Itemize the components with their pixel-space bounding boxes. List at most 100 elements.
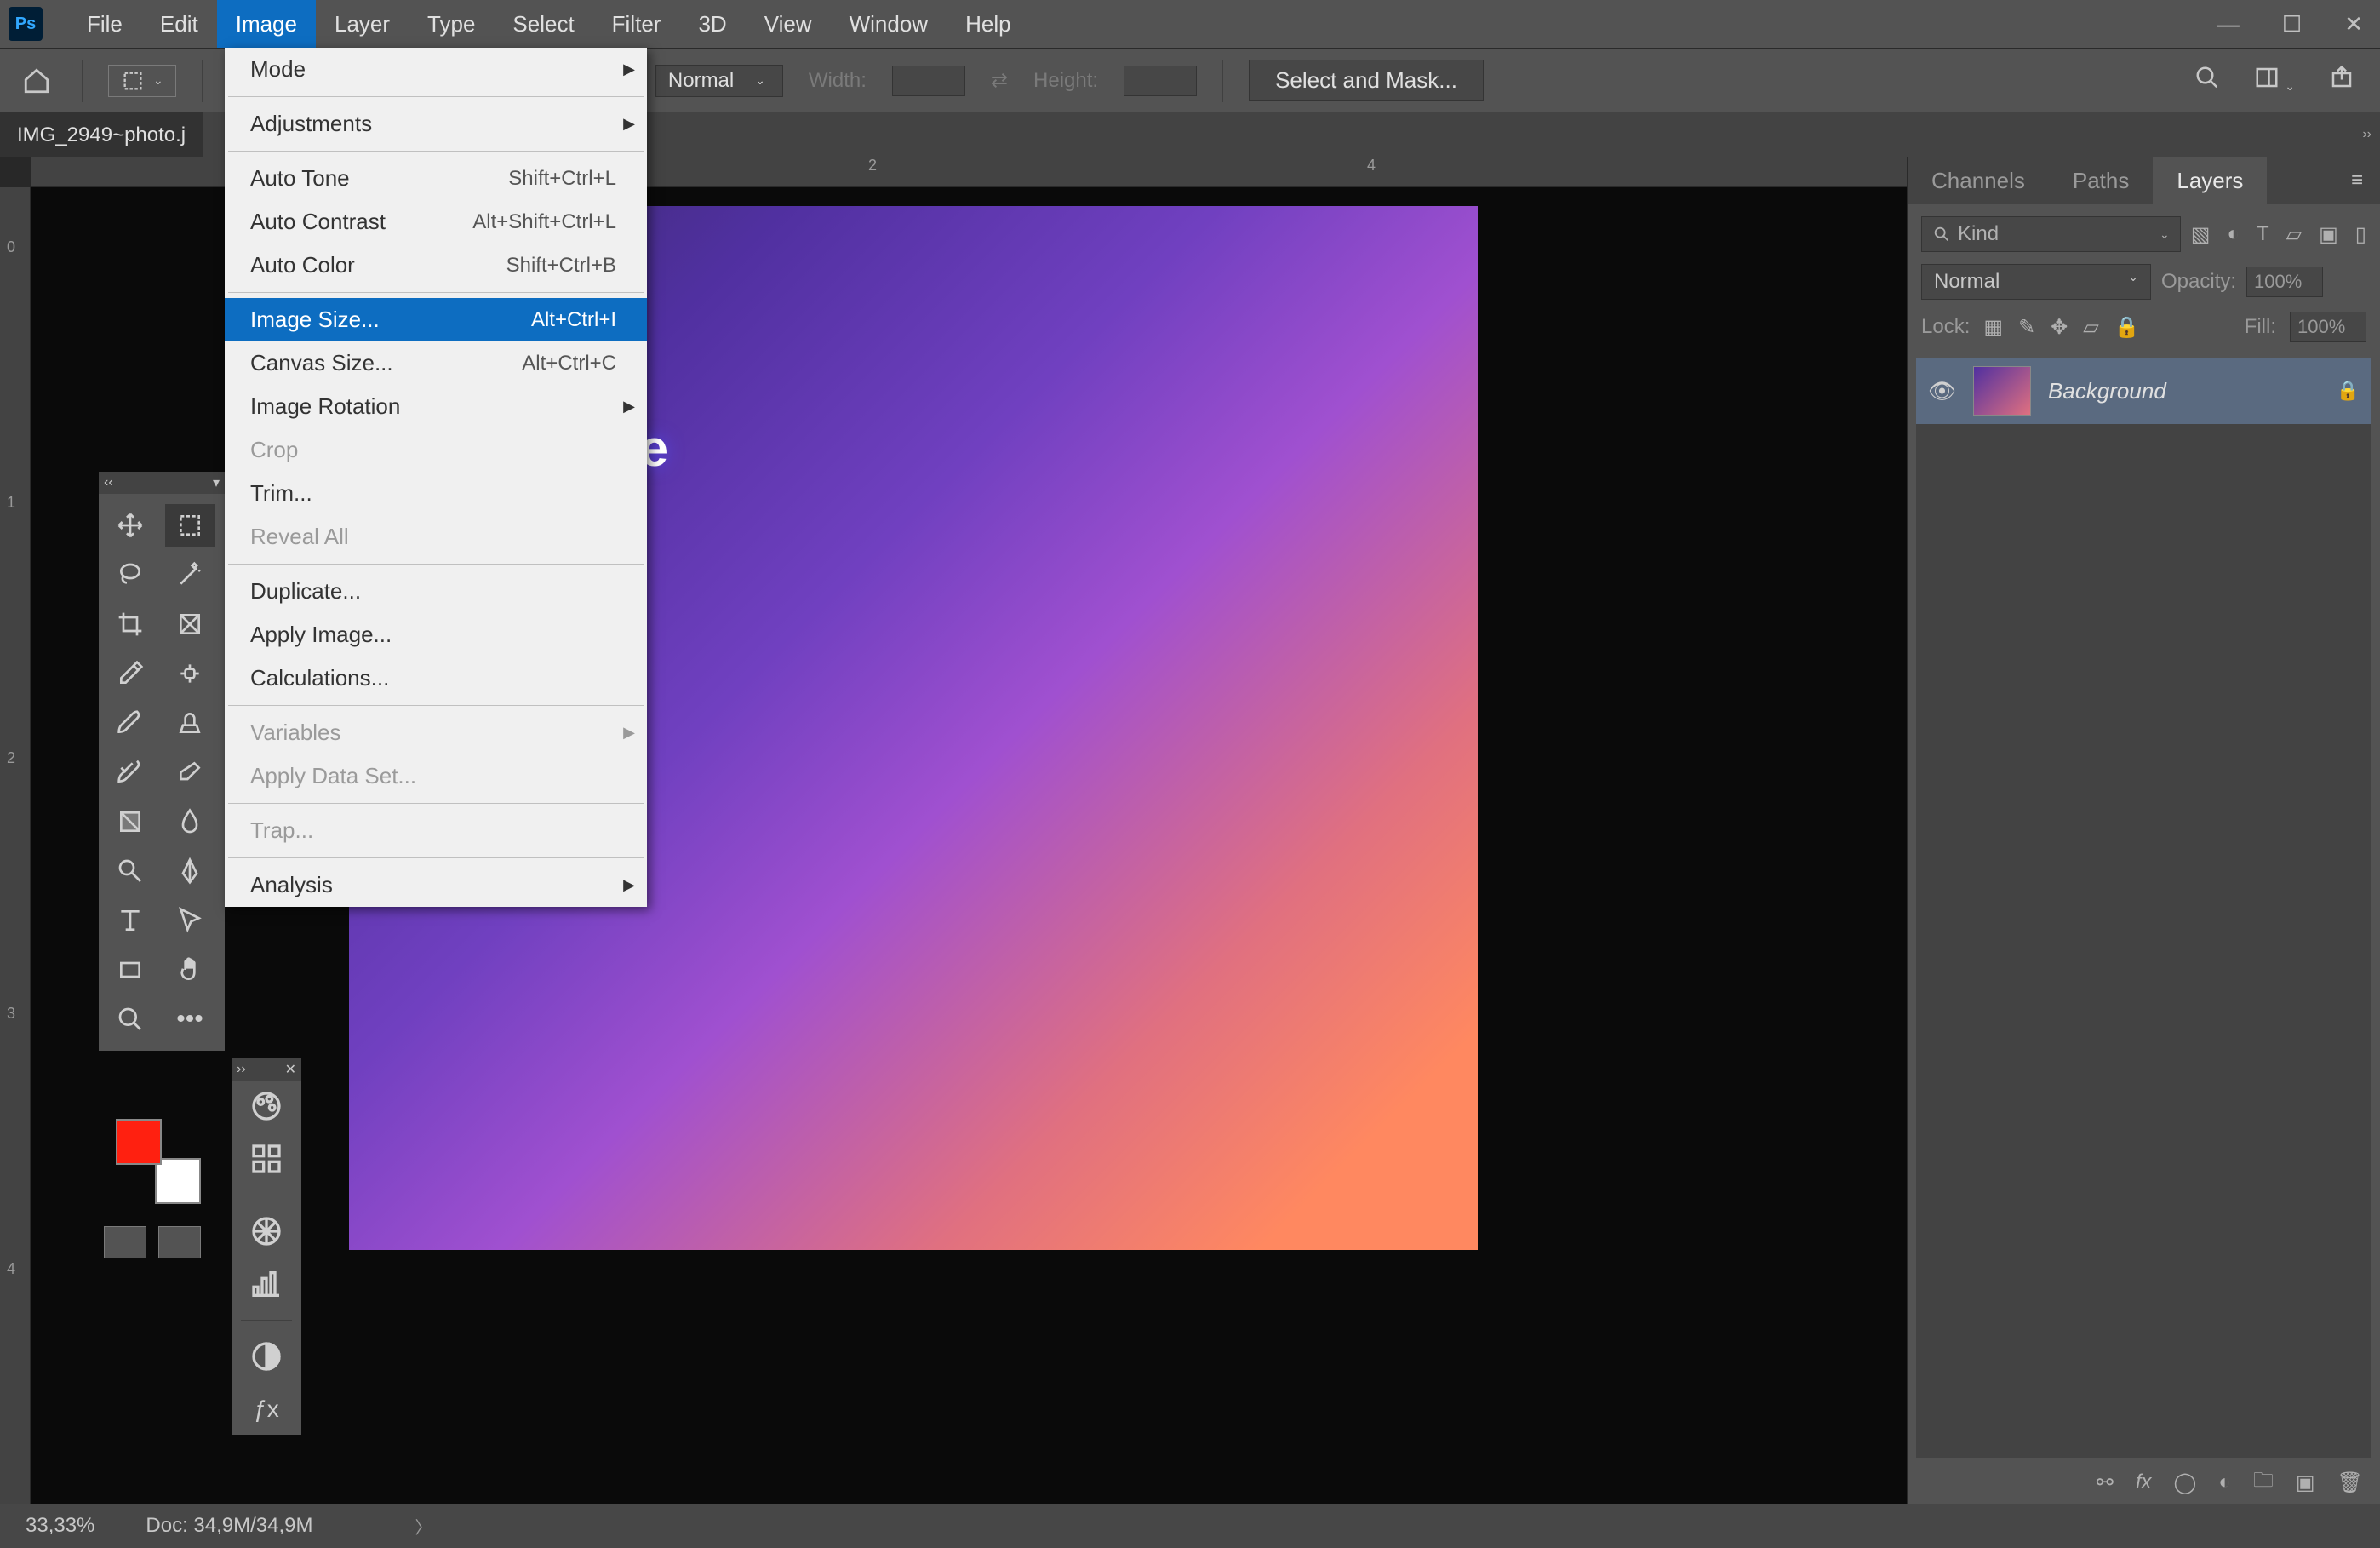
menu-view[interactable]: View [746, 0, 831, 48]
color-swatches[interactable] [116, 1119, 201, 1204]
filter-adjust-icon[interactable]: ◐ [2227, 222, 2240, 247]
healing-brush-tool[interactable] [165, 652, 215, 695]
move-tool[interactable] [106, 504, 155, 547]
new-layer-icon[interactable]: ▣ [2296, 1471, 2315, 1495]
path-select-tool[interactable] [165, 899, 215, 942]
filter-shape-icon[interactable]: ▱ [2286, 222, 2302, 247]
menu-item-calculations[interactable]: Calculations... [225, 656, 647, 700]
layer-mask-icon[interactable]: ◯ [2173, 1471, 2196, 1495]
visibility-toggle-icon[interactable]: 👁 [1928, 378, 1956, 404]
doc-size[interactable]: Doc: 34,9M/34,9M [146, 1514, 312, 1538]
height-input[interactable] [1124, 66, 1197, 96]
frame-tool[interactable] [165, 603, 215, 645]
tab-layers[interactable]: Layers [2153, 157, 2267, 204]
rectangle-tool[interactable] [106, 949, 155, 991]
adjustment-layer-icon[interactable]: ◐ [2218, 1471, 2231, 1494]
lock-paint-icon[interactable]: ✎ [2018, 315, 2035, 340]
gradient-tool[interactable] [106, 800, 155, 843]
menu-help[interactable]: Help [947, 0, 1029, 48]
menu-edit[interactable]: Edit [141, 0, 217, 48]
link-layers-icon[interactable]: ⚯ [2097, 1471, 2114, 1495]
tool-preset-picker[interactable]: ⌄ [108, 65, 176, 97]
background-color-swatch[interactable] [155, 1158, 201, 1204]
menu-item-trim[interactable]: Trim... [225, 472, 647, 515]
menu-image[interactable]: Image [217, 0, 316, 48]
tab-overflow-icon[interactable]: ›› [2362, 127, 2371, 142]
home-button[interactable] [17, 61, 56, 100]
filter-smart-icon[interactable]: ▣ [2319, 222, 2338, 247]
blend-mode-select[interactable]: Normal⌄ [1921, 264, 2151, 300]
menu-item-image-rotation[interactable]: Image Rotation▶ [225, 385, 647, 428]
document-tab[interactable]: IMG_2949~photo.j [0, 112, 203, 157]
layer-kind-filter[interactable]: Kind ⌄ [1921, 216, 2181, 252]
zoom-level[interactable]: 33,33% [26, 1514, 94, 1538]
styles-panel-icon[interactable]: ƒx [249, 1392, 283, 1426]
toolbox-collapse[interactable]: ‹‹▾ [99, 472, 225, 494]
layer-name[interactable]: Background [2048, 378, 2320, 404]
layer-style-icon[interactable]: fx [2136, 1471, 2152, 1494]
width-input[interactable] [892, 66, 965, 96]
menu-select[interactable]: Select [494, 0, 592, 48]
panel-menu-icon[interactable]: ≡ [2334, 157, 2380, 204]
layer-thumbnail[interactable] [1973, 366, 2031, 416]
app-logo[interactable]: Ps [9, 7, 43, 41]
pen-tool[interactable] [165, 850, 215, 892]
dodge-tool[interactable] [106, 850, 155, 892]
layer-lock-icon[interactable]: 🔒 [2337, 380, 2360, 402]
mini-panel-collapse[interactable]: ››✕ [232, 1058, 301, 1081]
menu-layer[interactable]: Layer [316, 0, 409, 48]
filter-type-icon[interactable]: T [2257, 222, 2269, 247]
lasso-tool[interactable] [106, 553, 155, 596]
eyedropper-tool[interactable] [106, 652, 155, 695]
swatches-panel-icon[interactable] [249, 1142, 283, 1176]
adjustments-panel-icon[interactable] [249, 1339, 283, 1373]
foreground-color-swatch[interactable] [116, 1119, 162, 1165]
menu-item-adjustments[interactable]: Adjustments▶ [225, 102, 647, 146]
menu-item-auto-tone[interactable]: Auto ToneShift+Ctrl+L [225, 157, 647, 200]
maximize-button[interactable]: ☐ [2282, 11, 2302, 37]
histogram-panel-icon[interactable] [249, 1267, 283, 1301]
close-button[interactable]: ✕ [2344, 11, 2363, 37]
ruler-vertical[interactable]: 0 1 2 3 4 [0, 187, 31, 1504]
lock-transparency-icon[interactable]: ▦ [1983, 315, 2003, 340]
blur-tool[interactable] [165, 800, 215, 843]
menu-item-mode[interactable]: Mode▶ [225, 48, 647, 91]
workspace-picker[interactable]: ⌄ [2254, 65, 2295, 96]
layer-row[interactable]: 👁 Background 🔒 [1916, 358, 2371, 424]
menu-item-duplicate[interactable]: Duplicate... [225, 570, 647, 613]
fill-input[interactable]: 100% [2290, 312, 2366, 342]
style-select[interactable]: Normal⌄ [655, 65, 783, 97]
menu-item-auto-color[interactable]: Auto ColorShift+Ctrl+B [225, 244, 647, 287]
history-brush-tool[interactable] [106, 751, 155, 794]
type-tool[interactable] [106, 899, 155, 942]
delete-layer-icon[interactable]: 🗑 [2337, 1471, 2363, 1495]
minimize-button[interactable]: — [2217, 11, 2240, 37]
menu-window[interactable]: Window [831, 0, 947, 48]
crop-tool[interactable] [106, 603, 155, 645]
magic-wand-tool[interactable] [165, 553, 215, 596]
menu-item-analysis[interactable]: Analysis▶ [225, 863, 647, 907]
filter-toggle-icon[interactable]: ▯ [2355, 222, 2366, 247]
menu-type[interactable]: Type [409, 0, 494, 48]
menu-item-apply-image[interactable]: Apply Image... [225, 613, 647, 656]
menu-filter[interactable]: Filter [593, 0, 680, 48]
hand-tool[interactable] [165, 949, 215, 991]
edit-toolbar[interactable]: ••• [165, 998, 215, 1041]
search-icon[interactable] [2194, 65, 2220, 96]
group-icon[interactable]: 🗀 [2253, 1465, 2274, 1500]
lock-all-icon[interactable]: 🔒 [2114, 315, 2140, 340]
lock-position-icon[interactable]: ✥ [2051, 315, 2068, 340]
zoom-tool[interactable] [106, 998, 155, 1041]
marquee-tool[interactable] [165, 504, 215, 547]
quickmask-button[interactable] [104, 1226, 146, 1258]
color-panel-icon[interactable] [249, 1089, 283, 1123]
menu-file[interactable]: File [68, 0, 141, 48]
eraser-tool[interactable] [165, 751, 215, 794]
menu-item-image-size[interactable]: Image Size...Alt+Ctrl+I [225, 298, 647, 341]
status-expand-icon[interactable]: 〉 [415, 1514, 432, 1539]
clone-stamp-tool[interactable] [165, 702, 215, 744]
menu-item-canvas-size[interactable]: Canvas Size...Alt+Ctrl+C [225, 341, 647, 385]
menu-3d[interactable]: 3D [679, 0, 745, 48]
tab-channels[interactable]: Channels [1908, 157, 2049, 204]
lock-artboard-icon[interactable]: ▱ [2083, 315, 2098, 340]
